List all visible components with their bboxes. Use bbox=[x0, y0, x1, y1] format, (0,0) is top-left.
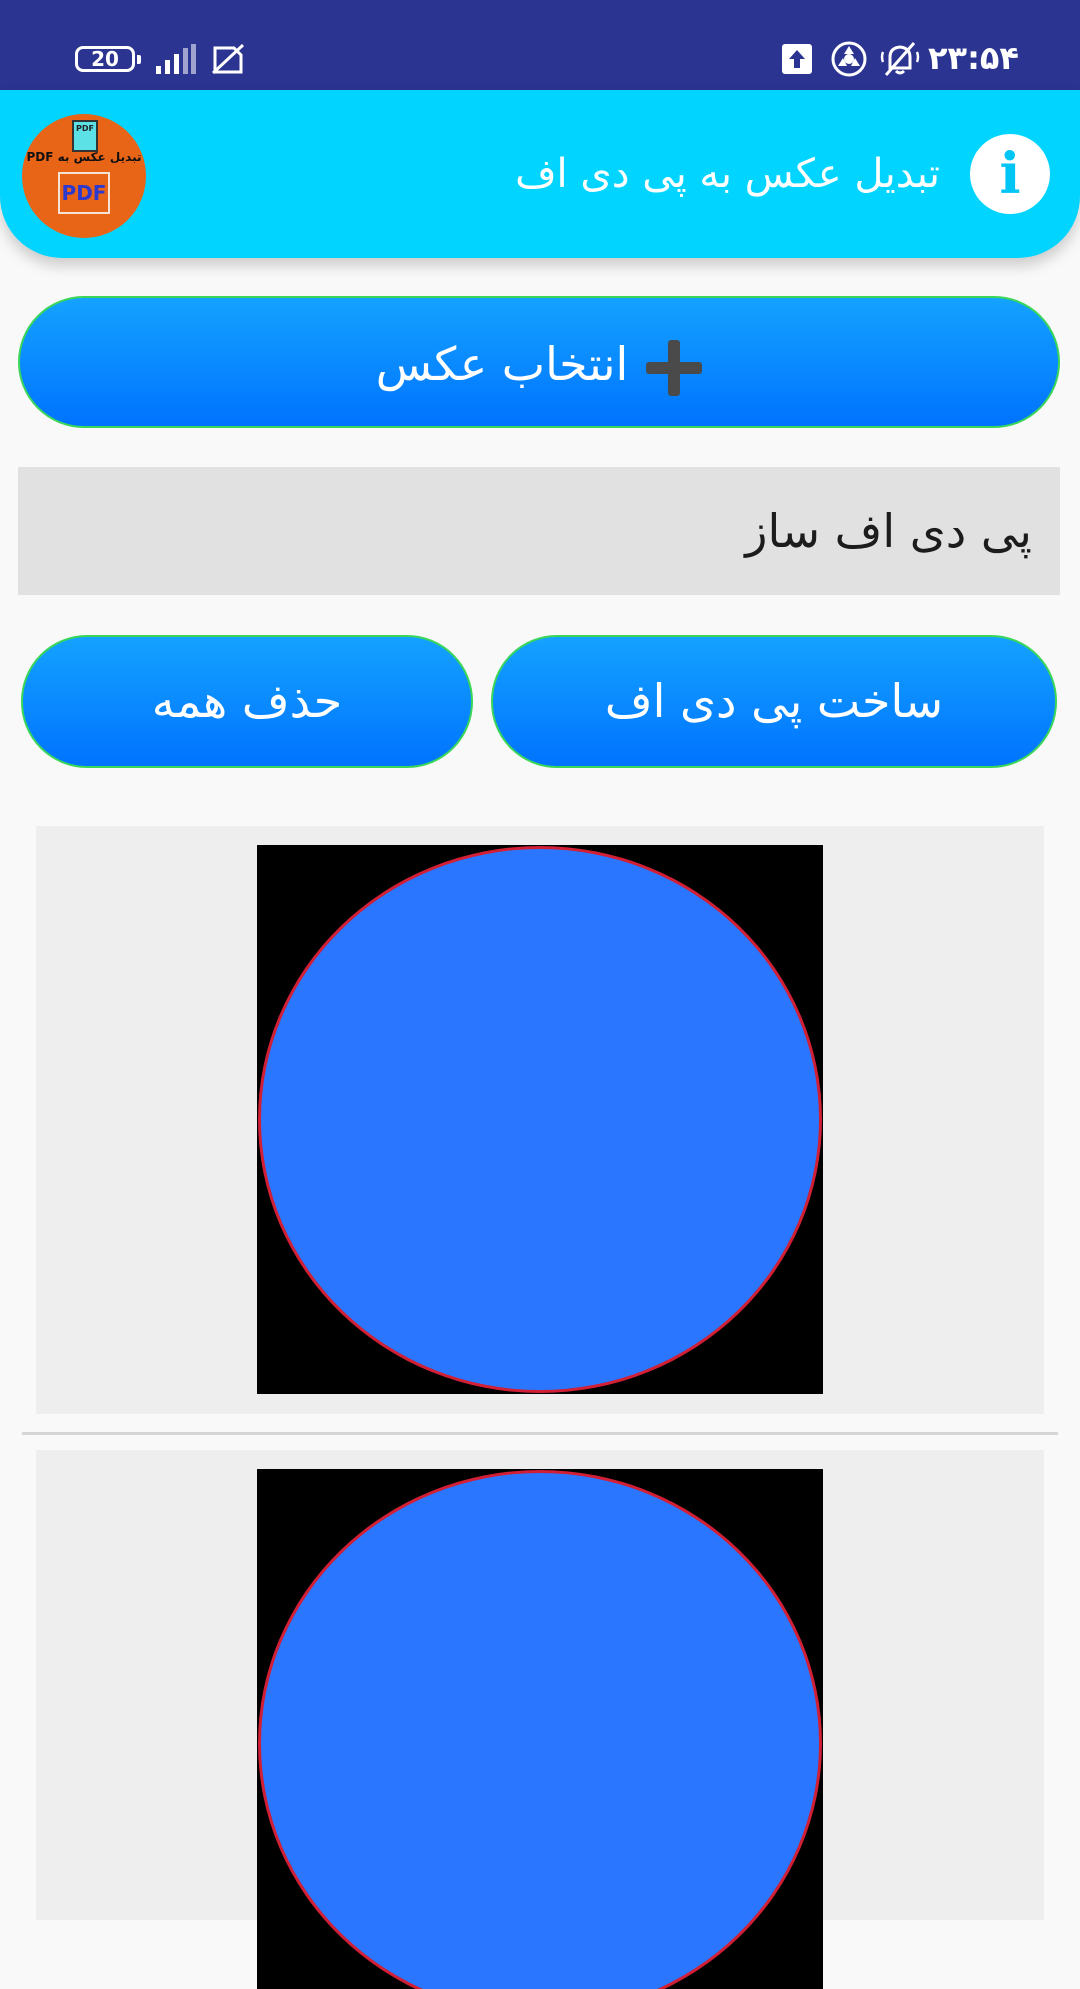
upload-icon bbox=[782, 44, 812, 74]
pdf-name-input[interactable]: پی دی اف ساز bbox=[18, 467, 1060, 595]
list-item[interactable] bbox=[36, 1450, 1044, 1989]
logo-caption: تبدیل عکس به PDF bbox=[26, 150, 142, 164]
info-icon: i bbox=[999, 141, 1021, 207]
clock: ۲۳:۵۴ bbox=[928, 39, 1019, 77]
select-image-content: انتخاب عکس bbox=[20, 334, 1058, 396]
list-divider bbox=[22, 1432, 1058, 1435]
list-item[interactable] bbox=[36, 826, 1044, 1414]
signal-icon bbox=[156, 44, 196, 74]
logo-pdf-badge: PDF bbox=[58, 172, 110, 214]
app-title: تبدیل عکس به پی دی اف bbox=[515, 151, 940, 197]
app-bar: PDF تبدیل عکس به PDF PDF تبدیل عکس به پی… bbox=[0, 90, 1080, 258]
delete-all-button[interactable]: حذف همه bbox=[21, 635, 473, 768]
blue-circle-image bbox=[258, 1470, 822, 1989]
status-bar: 20 ۲۳:۵۴ bbox=[0, 0, 1080, 92]
make-pdf-button[interactable]: ساخت پی دی اف bbox=[491, 635, 1057, 768]
select-image-button[interactable]: انتخاب عکس bbox=[18, 296, 1060, 428]
image-thumbnail bbox=[257, 1469, 823, 1989]
plus-icon bbox=[646, 339, 703, 396]
battery-level: 20 bbox=[91, 47, 119, 71]
info-button[interactable]: i bbox=[970, 134, 1050, 214]
logo-document-icon: PDF bbox=[72, 120, 98, 152]
app-logo: PDF تبدیل عکس به PDF PDF bbox=[22, 114, 146, 238]
select-image-label: انتخاب عکس bbox=[375, 337, 629, 391]
no-sim-icon bbox=[212, 44, 244, 74]
vpn-icon bbox=[831, 41, 867, 77]
silent-mode-icon bbox=[880, 42, 920, 76]
battery-icon: 20 bbox=[75, 46, 141, 72]
make-pdf-label: ساخت پی دی اف bbox=[604, 674, 944, 728]
delete-all-label: حذف همه bbox=[151, 674, 343, 728]
blue-circle-image bbox=[258, 846, 822, 1393]
image-thumbnail bbox=[257, 845, 823, 1394]
